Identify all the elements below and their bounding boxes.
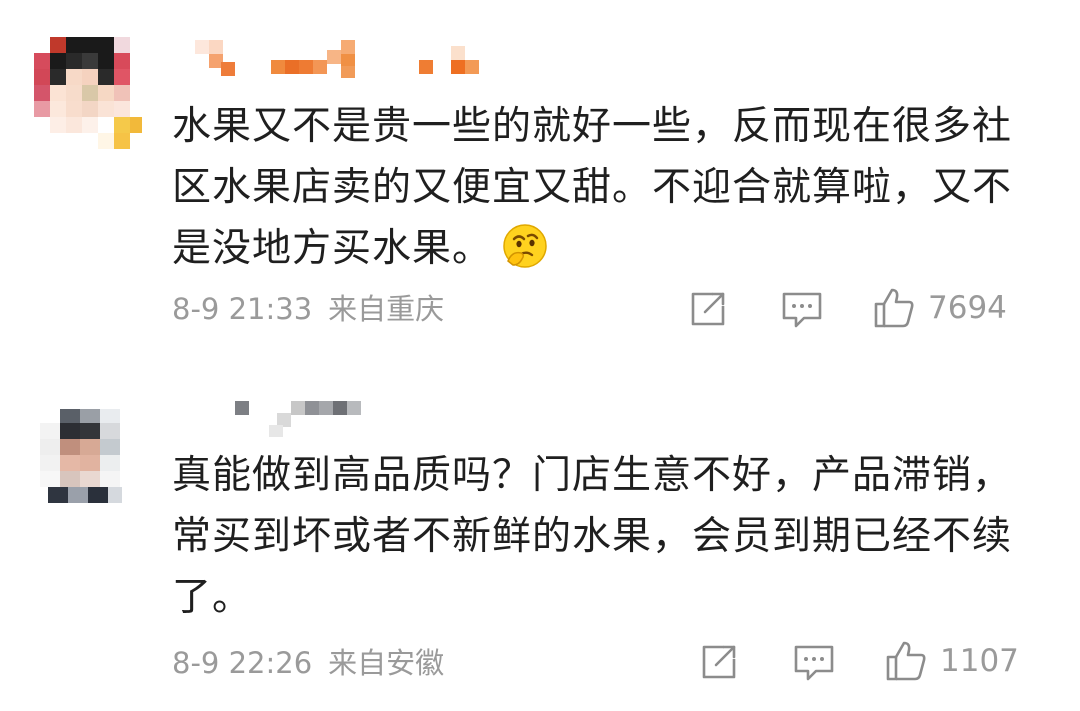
like-button[interactable]: 1107	[884, 639, 1019, 683]
ip-location: 来自安徽	[328, 646, 445, 680]
comment-text: 真能做到高品质吗？门店生意不好，产品滞销，常买到坏或者不新鲜的水果，会员到期已经…	[172, 445, 1022, 628]
share-button[interactable]	[700, 643, 740, 681]
share-button[interactable]	[689, 290, 729, 328]
timestamp: 8-9 21:33	[172, 292, 313, 326]
ip-location: 来自重庆	[328, 292, 445, 326]
timestamp: 8-9 22:26	[172, 646, 313, 680]
thumbs-up-icon	[872, 286, 916, 330]
comment-body: 水果又不是贵一些的就好一些，反而现在很多社区水果店卖的又便宜又甜。不迎合就算啦，…	[172, 104, 1013, 271]
avatar[interactable]	[30, 399, 142, 511]
reply-button[interactable]	[792, 643, 836, 683]
comment-icon	[780, 290, 824, 330]
thinking-face-emoji	[502, 223, 548, 287]
comment-body: 真能做到高品质吗？门店生意不好，产品滞销，常买到坏或者不新鲜的水果，会员到期已经…	[172, 453, 1013, 620]
comment-item: 真能做到高品质吗？门店生意不好，产品滞销，常买到坏或者不新鲜的水果，会员到期已经…	[0, 375, 1080, 711]
share-icon	[689, 290, 729, 328]
username[interactable]	[195, 397, 395, 441]
comment-text: 水果又不是贵一些的就好一些，反而现在很多社区水果店卖的又便宜又甜。不迎合就算啦，…	[172, 96, 1022, 287]
like-count: 1107	[940, 643, 1019, 679]
avatar[interactable]	[30, 37, 142, 149]
username[interactable]	[195, 38, 495, 82]
comment-meta: 8-9 22:26 来自安徽	[172, 643, 444, 683]
comment-icon	[792, 643, 836, 683]
like-button[interactable]: 7694	[872, 286, 1007, 330]
reply-button[interactable]	[780, 290, 824, 330]
thumbs-up-icon	[884, 639, 928, 683]
share-icon	[700, 643, 740, 681]
like-count: 7694	[928, 290, 1007, 326]
comment-item: 水果又不是贵一些的就好一些，反而现在很多社区水果店卖的又便宜又甜。不迎合就算啦，…	[0, 0, 1080, 355]
comment-meta: 8-9 21:33 来自重庆	[172, 289, 444, 329]
